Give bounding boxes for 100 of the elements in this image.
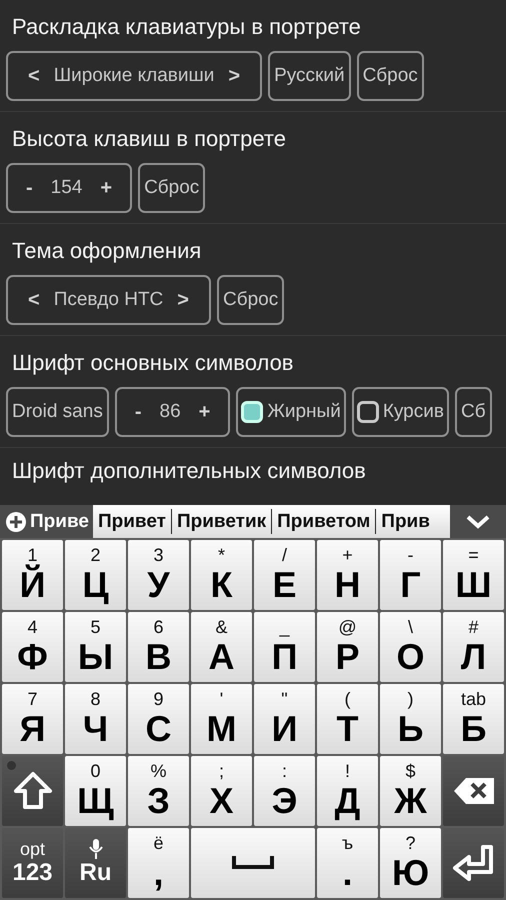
suggestion-word[interactable]: Приветом [272,509,376,534]
key-hint: & [215,617,228,637]
letter-key[interactable]: 1 Й [2,540,63,610]
letter-key[interactable]: * К [191,540,252,610]
letter-key[interactable]: 7 Я [2,684,63,754]
letter-key[interactable]: 9 С [128,684,189,754]
stepper-value: 86 [160,401,181,423]
letter-key[interactable]: 2 Ц [65,540,126,610]
shift-key[interactable] [2,756,63,826]
checkbox-toggle[interactable]: Курсив [352,387,449,437]
setting-button[interactable]: Сброс [138,163,206,213]
key-label: Ж [394,781,427,821]
key-hint: ? [405,833,416,853]
layout-selector[interactable]: < Псевдо HTC > [6,275,211,325]
add-word-button[interactable]: Приве [0,505,93,538]
key-label: Э [272,781,298,821]
letter-key[interactable]: ! Д [317,756,378,826]
key-hint: 4 [27,617,38,637]
letter-key[interactable]: $ Ж [380,756,441,826]
suggestion-word[interactable]: Прив [376,509,435,534]
previous-arrow[interactable]: < [28,64,40,88]
decrement-button[interactable]: - [26,176,33,200]
key-label: , [153,853,164,893]
key-hint: 1 [27,545,38,565]
key-hint: _ [279,617,290,637]
increment-button[interactable]: + [100,176,112,200]
letter-key[interactable]: tab Б [443,684,504,754]
setting-button[interactable]: Droid sans [6,387,109,437]
key-hint: ; [218,761,224,781]
language-key[interactable]: Ru [65,828,126,898]
letter-key[interactable]: ? Ю [380,828,441,898]
letter-key[interactable]: ъ . [317,828,378,898]
chevron-down-icon [465,514,491,530]
setting-button[interactable]: Русский [268,51,351,101]
setting-button[interactable]: Сброс [356,51,424,101]
letter-key[interactable]: - Г [380,540,441,610]
setting-button[interactable]: Сброс [216,275,284,325]
key-hint: 6 [153,617,164,637]
letter-key[interactable]: 6 В [128,612,189,682]
letter-key[interactable]: @ Р [317,612,378,682]
key-label: Ь [398,709,424,749]
setting-button[interactable]: Сб [454,387,492,437]
key-label: Ч [82,709,108,749]
key-label: И [272,709,298,749]
letter-key[interactable]: 4 Ф [2,612,63,682]
letter-key[interactable]: ё , [128,828,189,898]
backspace-key[interactable] [443,756,504,826]
letter-key[interactable]: # Л [443,612,504,682]
enter-key[interactable] [443,828,504,898]
key-label: Ru [80,859,112,887]
letter-key[interactable]: : Э [254,756,315,826]
key-hint: " [281,689,288,709]
letter-key[interactable]: / Е [254,540,315,610]
setting-title: Тема оформления [11,238,202,264]
letter-key[interactable]: 3 У [128,540,189,610]
key-label: Д [334,781,360,821]
space-bar-icon [232,856,274,870]
letter-key[interactable]: 0 Щ [65,756,126,826]
letter-key[interactable]: = Ш [443,540,504,610]
decrement-button[interactable]: - [134,400,142,424]
next-arrow[interactable]: > [228,64,240,88]
checkbox-toggle[interactable]: Жирный [236,387,346,437]
increment-button[interactable]: + [198,400,210,424]
letter-key[interactable]: 8 Ч [65,684,126,754]
number-stepper[interactable]: - 86 + [114,387,230,437]
letter-key[interactable]: & А [191,612,252,682]
key-label: У [147,565,170,605]
letter-key[interactable]: \ О [380,612,441,682]
selector-value: Широкие клавиши [54,65,214,87]
key-label: Я [20,709,46,749]
previous-arrow[interactable]: < [28,288,40,312]
letter-key[interactable]: 5 Ы [65,612,126,682]
add-icon [6,512,26,532]
setting-title: Высота клавиш в портрете [11,126,287,152]
symbols-key[interactable]: opt 123 [2,828,63,898]
setting-title: Шрифт дополнительных символов [11,458,367,484]
number-stepper[interactable]: - 154 + [6,163,132,213]
letter-key[interactable]: ( Т [317,684,378,754]
key-label: З [147,781,170,821]
letter-key[interactable]: + Н [317,540,378,610]
key-label: Е [272,565,296,605]
suggestion-word[interactable]: Приветик [172,509,272,534]
layout-selector[interactable]: < Широкие клавиши > [6,51,262,101]
expand-suggestions-button[interactable] [450,505,506,538]
letter-key[interactable]: ' М [191,684,252,754]
letter-key[interactable]: _ П [254,612,315,682]
key-hint: ' [220,689,224,709]
key-label: Р [335,637,360,677]
key-label: Ш [455,565,492,605]
key-hint: ъ [342,833,354,853]
letter-key[interactable]: " И [254,684,315,754]
suggestion-word[interactable]: Привет [92,509,172,534]
key-hint: * [218,545,225,565]
letter-key[interactable]: ) Ь [380,684,441,754]
letter-key[interactable]: % З [128,756,189,826]
space-key[interactable] [191,828,315,898]
letter-key[interactable]: ; Х [191,756,252,826]
key-label: Ю [392,853,430,893]
next-arrow[interactable]: > [177,288,189,312]
key-hint: ё [153,833,164,853]
